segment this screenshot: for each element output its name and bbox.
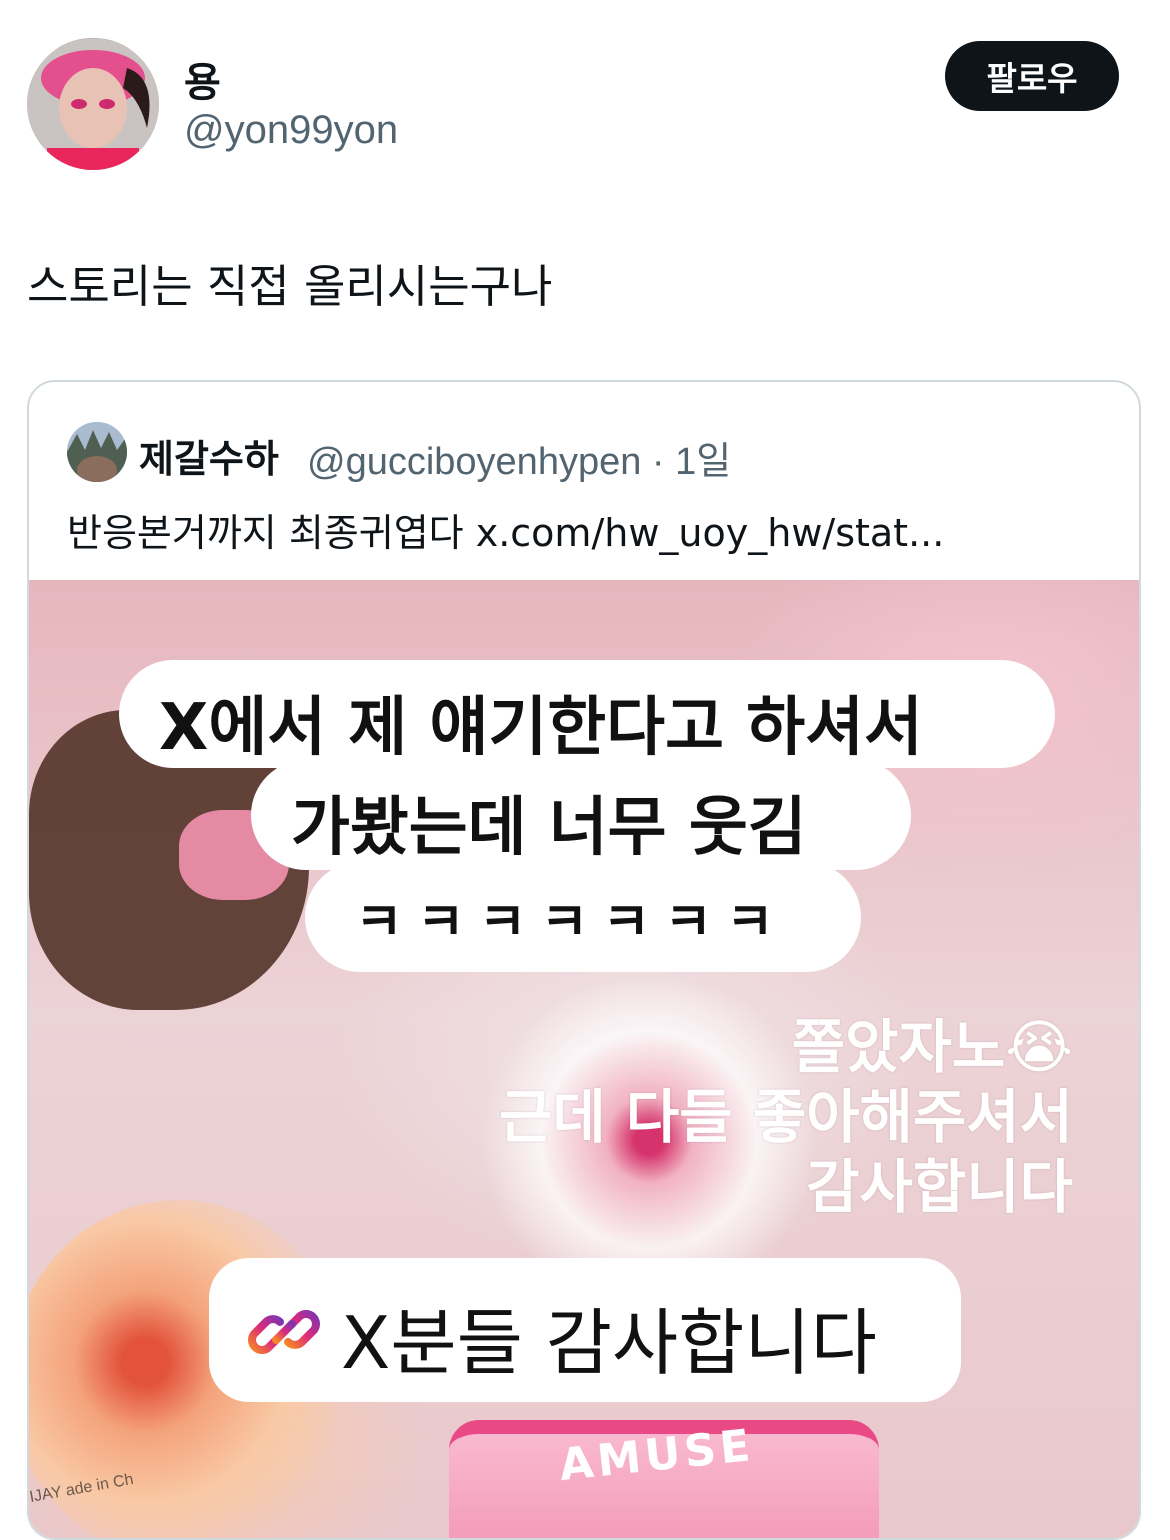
story-caption-3: 감사합니다 — [806, 1153, 1073, 1221]
link-icon — [248, 1310, 320, 1354]
link-sticker-label[interactable]: X분들 감사합니다 — [341, 1284, 877, 1389]
author-handle[interactable]: @yon99yon — [184, 108, 398, 153]
story-line-3: ㅋㅋㅋㅋㅋㅋㅋ — [355, 893, 788, 953]
meta-separator: · — [641, 441, 676, 483]
follow-button[interactable]: 팔로우 — [945, 41, 1119, 111]
quoted-display-name[interactable]: 제갈수하 — [139, 428, 279, 483]
author-display-name[interactable]: 용 — [184, 50, 221, 108]
quoted-time[interactable]: 1일 — [675, 441, 731, 483]
tweet-text: 스토리는 직접 올리시는구나 — [27, 260, 553, 313]
story-line-1: X에서 제 얘기한다고 하셔서 — [159, 691, 923, 765]
quoted-handle[interactable]: @gucciboyenhypen — [307, 441, 641, 483]
quoted-story-image[interactable]: AMUSE IJAY ade in Ch X에서 제 얘기한다고 하셔서 가봤는… — [29, 580, 1139, 1538]
quoted-author-avatar[interactable] — [67, 422, 127, 482]
quoted-meta: @gucciboyenhypen · 1일 — [307, 430, 731, 485]
quoted-tweet-card[interactable]: 제갈수하 @gucciboyenhypen · 1일 반응본거까지 최종귀엽다 … — [27, 380, 1141, 1540]
story-line-2: 가봤는데 너무 웃김 — [291, 791, 807, 865]
author-avatar[interactable] — [27, 38, 159, 170]
quoted-text: 반응본거까지 최종귀엽다 x.com/hw_uoy_hw/stat... — [67, 511, 945, 555]
